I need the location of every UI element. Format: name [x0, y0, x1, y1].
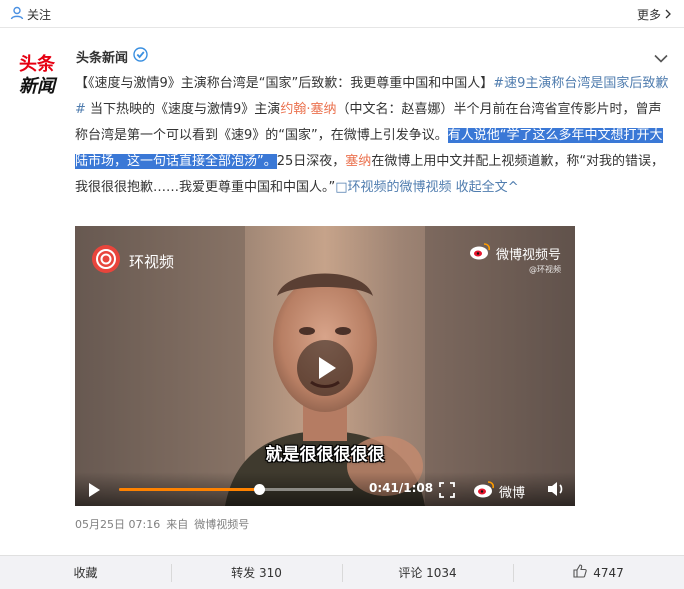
person-icon	[10, 6, 24, 23]
author-name[interactable]: 头条新闻	[76, 47, 128, 66]
repost-label: 转发 310	[231, 566, 282, 580]
action-bar: 收藏 转发 310 评论 1034 4747	[0, 555, 684, 589]
fullscreen-button[interactable]	[439, 482, 455, 502]
control-play-button[interactable]	[87, 482, 101, 502]
comment-button[interactable]: 评论 1034	[342, 556, 513, 589]
time-display: 0:41/1:08	[369, 481, 434, 495]
top-bar: 关注 更多	[0, 0, 684, 28]
collapse-text-link[interactable]: 收起全文^	[452, 180, 519, 195]
weibo-brand: 微博	[473, 480, 525, 502]
more-label: 更多	[636, 8, 661, 22]
fullscreen-icon	[439, 482, 455, 498]
total-time: 1:08	[403, 481, 434, 495]
post-body-1: 当下热映的《速度与激情9》主演	[85, 102, 281, 117]
chevron-up-icon: ^	[507, 180, 519, 195]
watermark-title: 微博视频号	[495, 247, 561, 263]
favorite-label: 收藏	[73, 566, 98, 580]
mention-link-2[interactable]: 塞纳	[345, 154, 371, 169]
follow-button[interactable]: 关注	[10, 6, 51, 23]
volume-icon	[548, 482, 563, 496]
chevron-down-icon	[654, 48, 668, 67]
weibo-icon	[469, 242, 491, 264]
post-headline: 【《速度与激情9》主演称台湾是“国家”后致歉：我更尊重中国和中国人】	[75, 76, 494, 91]
play-button[interactable]	[297, 340, 353, 396]
video-source-link[interactable]: □环视频的微博视频	[335, 180, 451, 195]
logo-text-line1: 头条	[19, 53, 56, 75]
post-menu-toggle[interactable]	[654, 48, 668, 67]
progress-handle[interactable]	[254, 484, 266, 495]
play-icon	[89, 483, 100, 497]
author-name-row: 头条新闻	[76, 47, 148, 66]
watermark-sub: @环视频	[529, 265, 561, 274]
repost-button[interactable]: 转发 310	[171, 556, 342, 589]
progress-bar[interactable]	[119, 484, 353, 495]
post-body-3: 25日深夜，	[276, 154, 346, 169]
volume-button[interactable]	[547, 481, 565, 501]
source-prefix: 来自	[166, 518, 189, 531]
huanshipin-icon	[91, 244, 121, 278]
like-button[interactable]: 4747	[513, 556, 684, 589]
video-player[interactable]: 环视频 微博视频号 @环视频 就是很很很很很 0:41/1:08 微博	[75, 226, 575, 506]
source-logo-text: 环视频	[129, 252, 175, 271]
post-source[interactable]: 微博视频号	[194, 516, 249, 532]
chevron-right-icon	[664, 8, 672, 22]
mention-link[interactable]: 约翰·塞纳	[280, 102, 336, 117]
verified-icon	[133, 47, 148, 66]
author-avatar[interactable]: 头条 新闻	[16, 48, 66, 98]
logo-text-line2: 新闻	[19, 76, 58, 97]
progress-fill	[119, 488, 260, 491]
post-date[interactable]: 05月25日 07:16	[75, 516, 160, 532]
video-subtitle: 就是很很很很很	[265, 445, 385, 465]
more-button[interactable]: 更多	[637, 6, 672, 23]
play-icon	[319, 357, 336, 379]
weibo-icon	[473, 480, 495, 502]
thumbs-up-icon	[573, 564, 587, 581]
weibo-video-watermark: 微博视频号 @环视频	[469, 242, 561, 275]
current-time: 0:41	[369, 481, 399, 495]
post-text: 【《速度与激情9》主演称台湾是“国家”后致歉：我更尊重中国和中国人】#速9主演称…	[75, 71, 673, 201]
follow-label: 关注	[27, 8, 52, 22]
comment-label: 评论 1034	[398, 566, 457, 580]
brand-label: 微博	[499, 485, 526, 501]
favorite-button[interactable]: 收藏	[0, 556, 171, 589]
like-count: 4747	[593, 565, 624, 580]
collapse-label: 收起全文	[451, 180, 508, 195]
post-meta: 05月25日 07:16 来自 微博视频号	[75, 516, 249, 532]
source-logo: 环视频	[91, 244, 174, 278]
video-controls: 0:41/1:08 微博	[75, 472, 575, 506]
